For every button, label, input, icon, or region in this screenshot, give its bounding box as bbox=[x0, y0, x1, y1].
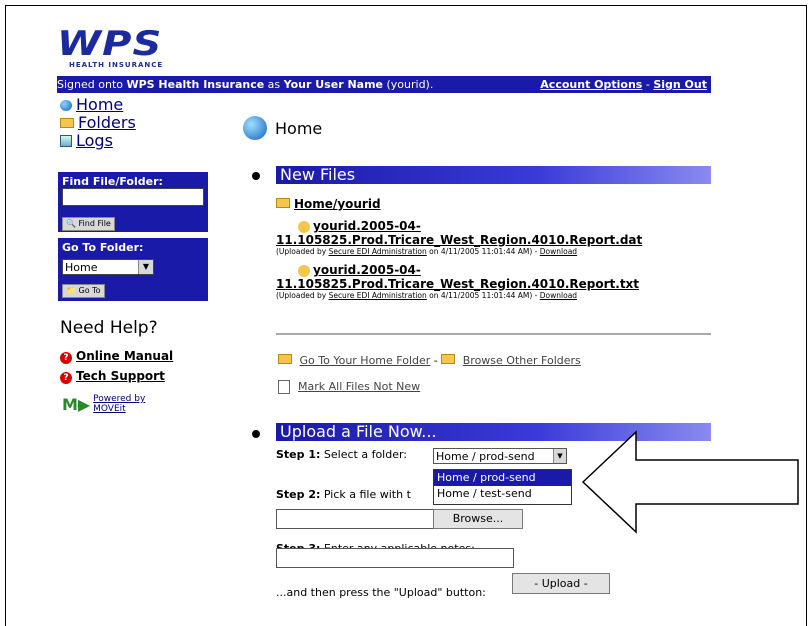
dropdown-option-prod-send[interactable]: Home / prod-send bbox=[434, 470, 571, 486]
find-file-label: Find File bbox=[78, 219, 111, 228]
file-link-1a[interactable]: yourid.2005-04- bbox=[313, 219, 421, 233]
left-nav: Home Folders Logs bbox=[60, 96, 136, 150]
page-title-text: Home bbox=[275, 118, 323, 138]
org-name: WPS Health Insurance bbox=[126, 78, 265, 91]
folder-select-value: Home / prod-send bbox=[436, 450, 535, 463]
help-links: ? Online Manual ? Tech Support bbox=[60, 346, 173, 386]
dropdown-option-test-send[interactable]: Home / test-send bbox=[434, 486, 571, 502]
home-globe-icon bbox=[243, 116, 267, 140]
folder-dropdown-menu: Home / prod-send Home / test-send bbox=[433, 469, 572, 505]
bullet bbox=[252, 430, 260, 438]
folder-actions: Go To Your Home Folder - Browse Other Fo… bbox=[278, 348, 581, 400]
new-file-icon bbox=[298, 220, 310, 233]
folder-link[interactable]: Home/yourid bbox=[294, 197, 381, 211]
powered-by-link[interactable]: Powered by MOVEit bbox=[93, 394, 145, 414]
find-file-button[interactable]: 🔍 Find File bbox=[62, 217, 115, 231]
folder-icon bbox=[276, 198, 290, 208]
folder-icon bbox=[60, 118, 74, 128]
file-link-2a[interactable]: yourid.2005-04- bbox=[313, 263, 421, 277]
powered-by: M▶ Powered by MOVEit bbox=[62, 394, 145, 414]
step1-text: Select a folder: bbox=[320, 448, 408, 461]
folder-icon: 📁 bbox=[66, 286, 76, 295]
help-icon: ? bbox=[60, 352, 72, 364]
press-upload-text: ...and then press the "Upload" button: bbox=[276, 586, 486, 599]
folder-icon bbox=[441, 354, 456, 364]
file-path-input[interactable] bbox=[276, 509, 434, 529]
topbar-sep: - bbox=[642, 78, 654, 91]
goto-selected: Home bbox=[65, 261, 98, 274]
find-file-box: Find File/Folder: 🔍 Find File bbox=[58, 172, 208, 232]
bullet bbox=[252, 172, 260, 180]
user-name: Your User Name bbox=[283, 78, 383, 91]
search-icon: 🔍 bbox=[66, 219, 76, 228]
logo-text: WPS bbox=[57, 24, 163, 64]
signed-on-bar: Signed onto WPS Health Insurance as Your… bbox=[57, 76, 711, 93]
page-title: Home bbox=[243, 116, 322, 140]
need-help-heading: Need Help? bbox=[60, 318, 158, 338]
goto-title: Go To Folder: bbox=[62, 241, 144, 254]
tech-support-link[interactable]: Tech Support bbox=[76, 369, 165, 383]
divider bbox=[276, 333, 711, 335]
file-meta-2: (Uploaded by Secure EDI Administration o… bbox=[276, 291, 578, 300]
go-to-label: Go To bbox=[78, 286, 101, 295]
file-link-2b[interactable]: 11.105825.Prod.Tricare_West_Region.4010.… bbox=[276, 277, 639, 291]
online-manual-link[interactable]: Online Manual bbox=[76, 349, 173, 363]
new-file-icon bbox=[298, 264, 310, 277]
moveit-logo-icon: M▶ bbox=[62, 394, 91, 414]
nav-logs-link[interactable]: Logs bbox=[76, 132, 113, 150]
find-input[interactable] bbox=[62, 188, 204, 206]
callout-arrow-icon bbox=[581, 430, 799, 534]
help-icon: ? bbox=[60, 372, 72, 384]
upload-button[interactable]: - Upload - bbox=[512, 573, 610, 594]
chevron-down-icon: ▼ bbox=[553, 449, 566, 463]
wps-logo: WPS HEALTH INSURANCE bbox=[57, 27, 163, 69]
download-link[interactable]: Download bbox=[540, 247, 577, 256]
home-icon bbox=[60, 99, 72, 111]
go-to-folder-box: Go To Folder: Home ▼ 📁 Go To bbox=[58, 238, 208, 301]
go-home-folder-link[interactable]: Go To Your Home Folder bbox=[300, 354, 431, 367]
new-files-header: New Files bbox=[276, 166, 711, 184]
go-to-button[interactable]: 📁 Go To bbox=[62, 284, 105, 298]
goto-folder-select[interactable]: Home ▼ bbox=[62, 259, 154, 275]
chevron-down-icon: ▼ bbox=[138, 260, 153, 274]
browse-other-folders-link[interactable]: Browse Other Folders bbox=[463, 354, 581, 367]
nav-folders-link[interactable]: Folders bbox=[78, 114, 136, 132]
notes-input[interactable] bbox=[276, 548, 514, 568]
signed-mid: as bbox=[264, 78, 284, 91]
nav-home-link[interactable]: Home bbox=[76, 96, 123, 114]
file-link-1b[interactable]: 11.105825.Prod.Tricare_West_Region.4010.… bbox=[276, 233, 642, 247]
mark-all-not-new-link[interactable]: Mark All Files Not New bbox=[298, 380, 420, 393]
sign-out-link[interactable]: Sign Out bbox=[653, 78, 707, 91]
download-link[interactable]: Download bbox=[540, 291, 577, 300]
file-meta-1: (Uploaded by Secure EDI Administration o… bbox=[276, 247, 578, 256]
step2-text: Pick a file with t bbox=[320, 488, 411, 501]
folder-select[interactable]: Home / prod-send ▼ bbox=[433, 448, 567, 464]
document-icon bbox=[278, 380, 290, 394]
signed-prefix: Signed onto bbox=[57, 78, 127, 91]
step1-label: Step 1: bbox=[276, 448, 321, 461]
uploader-link[interactable]: Secure EDI Administration bbox=[329, 291, 427, 300]
step2-label: Step 2: bbox=[276, 488, 321, 501]
logs-icon bbox=[60, 135, 72, 147]
browse-button[interactable]: Browse... bbox=[433, 509, 523, 529]
folder-icon bbox=[278, 354, 292, 364]
new-files-list: Home/yourid yourid.2005-04- 11.105825.Pr… bbox=[276, 197, 642, 301]
account-options-link[interactable]: Account Options bbox=[540, 78, 642, 91]
uploader-link[interactable]: Secure EDI Administration bbox=[329, 247, 427, 256]
user-id: (yourid). bbox=[383, 78, 434, 91]
